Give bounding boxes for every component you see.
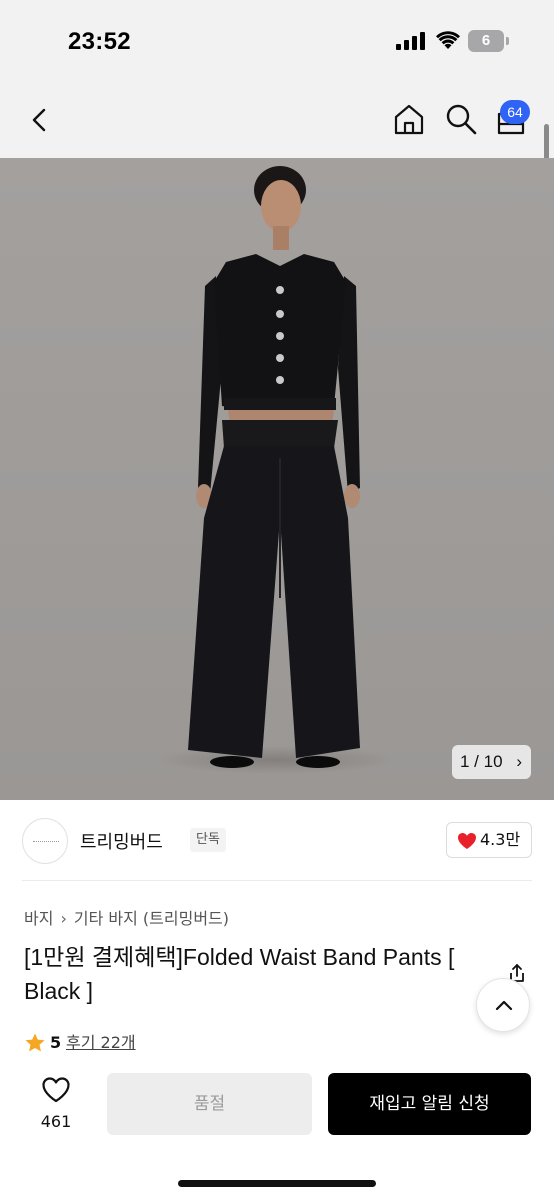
chevron-right-icon: › <box>516 752 522 771</box>
search-icon[interactable] <box>444 102 478 136</box>
rating-score: 5 <box>50 1033 62 1052</box>
image-counter[interactable]: 1 / 10 › <box>452 745 531 779</box>
soldout-button: 품절 <box>107 1073 312 1135</box>
model-photo <box>0 158 554 800</box>
brand-like-button[interactable]: 4.3만 <box>446 822 532 858</box>
star-icon <box>25 1033 45 1052</box>
exclusive-tag: 단독 <box>190 828 226 852</box>
chevron-up-icon <box>495 1000 513 1011</box>
image-counter-text: 1 / 10 <box>460 752 503 771</box>
breadcrumb-subcategory[interactable]: 기타 바지 (트리밍버드) <box>74 909 229 928</box>
divider <box>22 880 532 881</box>
status-bar: 23:52 6 <box>0 0 554 80</box>
home-indicator <box>178 1180 376 1187</box>
chevron-right-icon: › <box>60 909 67 928</box>
battery-icon: 6 <box>468 30 509 52</box>
product-title: [1만원 결제혜택]Folded Waist Band Pants [ Blac… <box>24 944 455 1004</box>
bottom-action-bar: 461 품절 재입고 알림 신청 <box>0 1060 554 1200</box>
breadcrumb-category[interactable]: 바지 <box>24 909 53 928</box>
brand-name[interactable]: 트리밍버드 <box>80 828 163 854</box>
status-time: 23:52 <box>68 28 131 55</box>
brand-like-count: 4.3만 <box>480 830 521 849</box>
top-navigation: 64 <box>0 80 554 158</box>
cellular-signal-icon <box>396 32 425 50</box>
restock-alert-button[interactable]: 재입고 알림 신청 <box>328 1073 531 1135</box>
brand-logo[interactable] <box>22 818 68 864</box>
wishlist-button[interactable]: 461 <box>28 1074 84 1136</box>
wishlist-count: 461 <box>40 1112 72 1131</box>
home-icon[interactable] <box>392 102 426 136</box>
heart-filled-icon <box>458 833 476 849</box>
review-link[interactable]: 후기 22개 <box>66 1032 136 1054</box>
wifi-icon <box>436 31 460 49</box>
breadcrumb: 바지 › 기타 바지 (트리밍버드) <box>24 905 229 929</box>
cart-count-badge: 64 <box>500 100 530 124</box>
back-arrow-icon[interactable] <box>26 106 54 134</box>
brand-row: 트리밍버드 단독 4.3만 <box>22 816 532 864</box>
battery-level: 6 <box>481 32 491 49</box>
scroll-to-top-button[interactable] <box>476 978 530 1032</box>
heart-outline-icon <box>42 1077 70 1103</box>
product-image-carousel[interactable] <box>0 158 554 800</box>
